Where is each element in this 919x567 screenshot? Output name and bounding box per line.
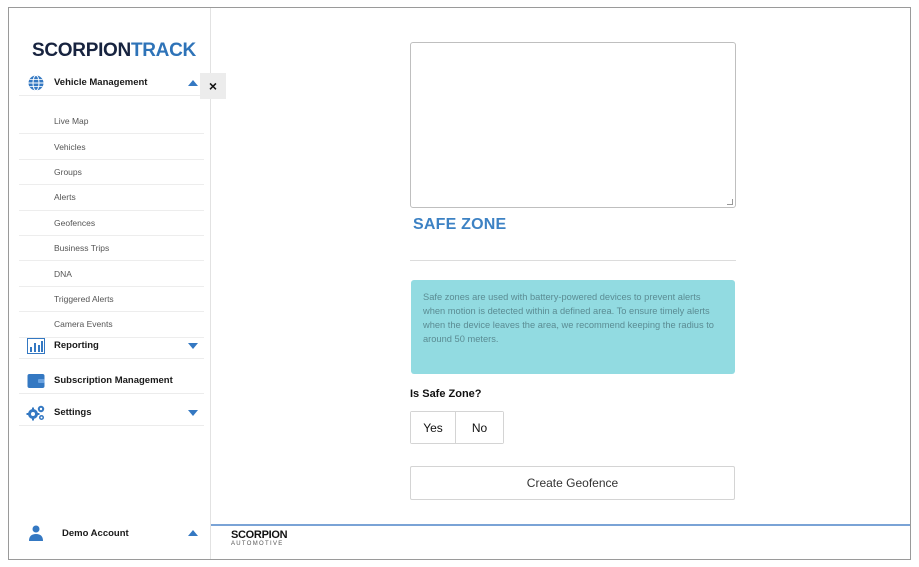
bar-chart-icon: [26, 336, 46, 356]
sidebar-section-label: Reporting: [54, 340, 99, 351]
sidebar-section-settings[interactable]: Settings: [19, 400, 204, 426]
wallet-icon: [26, 371, 46, 391]
app-frame: SCORPIONTRACK Vehicle Management Live Ma…: [8, 7, 911, 560]
safe-zone-question-label: Is Safe Zone?: [410, 388, 482, 400]
resize-handle-icon[interactable]: [727, 199, 733, 205]
chevron-down-icon: [188, 342, 198, 349]
geofence-textarea[interactable]: [410, 42, 736, 208]
vehicle-management-submenu: Live Map Vehicles Groups Alerts Geofence…: [19, 109, 204, 338]
globe-icon: [26, 73, 46, 93]
chevron-up-icon: [188, 530, 198, 536]
gears-icon: [26, 403, 46, 423]
close-icon: ×: [208, 78, 218, 94]
sidebar-item-geofences[interactable]: Geofences: [19, 211, 204, 236]
sidebar-section-subscription-management[interactable]: Subscription Management: [19, 368, 204, 394]
user-icon: [26, 523, 46, 543]
account-menu[interactable]: Demo Account: [19, 520, 204, 546]
safe-zone-info-box: Safe zones are used with battery-powered…: [411, 280, 735, 374]
sidebar-section-label: Subscription Management: [54, 375, 173, 386]
footer-logo-main: SCORPION: [231, 529, 288, 541]
sidebar-item-live-map[interactable]: Live Map: [19, 109, 204, 135]
footer-divider: [211, 524, 910, 526]
safe-zone-toggle-group: Yes No: [410, 411, 504, 444]
close-sidebar-button[interactable]: ×: [200, 73, 226, 99]
sidebar-section-label: Settings: [54, 407, 92, 418]
sidebar-item-alerts[interactable]: Alerts: [19, 185, 204, 211]
sidebar-item-business-trips[interactable]: Business Trips: [19, 236, 204, 262]
sidebar-section-reporting[interactable]: Reporting: [19, 333, 204, 359]
logo-text-accent: TRACK: [130, 40, 196, 61]
account-name: Demo Account: [62, 527, 129, 539]
chevron-up-icon: [188, 79, 198, 86]
safe-zone-yes-button[interactable]: Yes: [411, 412, 456, 443]
footer-logo-sub: AUTOMOTIVE: [231, 541, 284, 547]
scorpiontrack-logo[interactable]: SCORPIONTRACK: [32, 40, 196, 62]
safe-zone-heading: SAFE ZONE: [413, 216, 507, 233]
section-divider: [410, 260, 736, 261]
logo-text-primary: SCORPION: [32, 40, 131, 61]
sidebar-item-dna[interactable]: DNA: [19, 261, 204, 287]
sidebar-section-label: Vehicle Management: [54, 77, 148, 88]
sidebar-section-vehicle-management[interactable]: Vehicle Management: [19, 70, 204, 96]
sidebar-item-vehicles[interactable]: Vehicles: [19, 134, 204, 160]
sidebar: SCORPIONTRACK Vehicle Management Live Ma…: [9, 8, 211, 559]
create-geofence-button[interactable]: Create Geofence: [410, 466, 735, 500]
sidebar-item-groups[interactable]: Groups: [19, 160, 204, 186]
safe-zone-no-button[interactable]: No: [456, 412, 503, 443]
scorpion-automotive-logo: SCORPION AUTOMOTIVE: [231, 529, 288, 548]
sidebar-item-triggered-alerts[interactable]: Triggered Alerts: [19, 287, 204, 313]
chevron-down-icon: [188, 409, 198, 416]
